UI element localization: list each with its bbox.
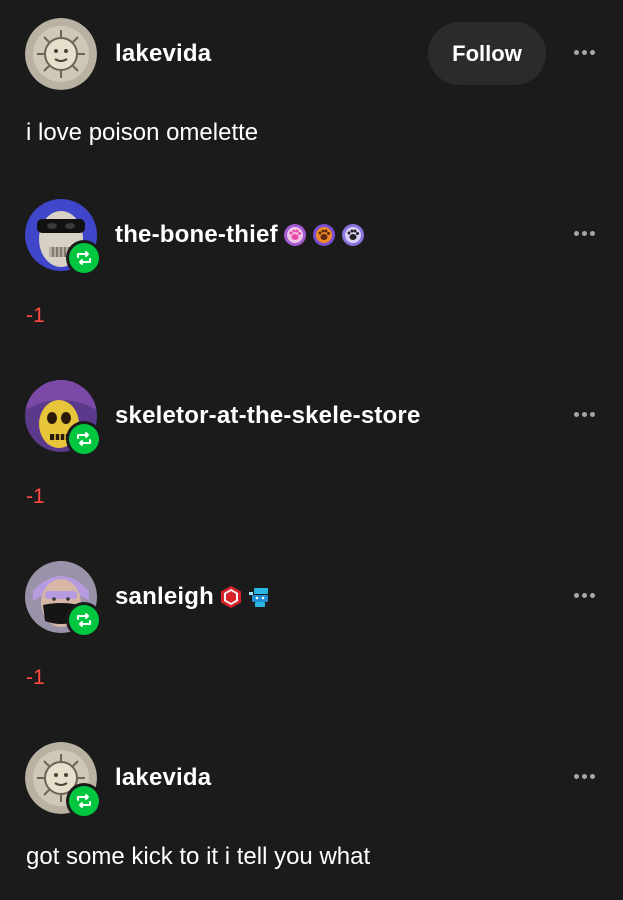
more-options-icon[interactable] <box>566 766 602 786</box>
retweet-arrows-icon <box>77 432 91 446</box>
username-text[interactable]: lakevida <box>115 40 211 68</box>
reblog-header: lakevida <box>0 724 623 819</box>
reblog-icon <box>66 783 102 819</box>
sun-face-coin-icon <box>25 18 97 90</box>
username[interactable]: lakevida <box>115 40 211 68</box>
post-header: lakevida Follow <box>0 0 623 90</box>
username-text[interactable]: lakevida <box>115 764 211 792</box>
more-options-icon[interactable] <box>566 404 602 424</box>
post-thread: lakevida Follow i love poison omelette t… <box>0 0 623 900</box>
reblog-body: -1 <box>26 304 45 327</box>
reblog-header: sanleigh <box>0 543 623 638</box>
username[interactable]: sanleigh <box>115 583 272 611</box>
reblog-icon <box>66 421 102 457</box>
reblog-header: the-bone-thief <box>0 181 623 276</box>
reblog-icon <box>66 602 102 638</box>
username[interactable]: lakevida <box>115 764 211 792</box>
reblog-body: -1 <box>26 666 45 689</box>
retweet-arrows-icon <box>77 794 91 808</box>
paw-badge-purple-icon[interactable] <box>341 223 365 247</box>
reblog-header: skeletor-at-the-skele-store <box>0 362 623 457</box>
more-options-icon[interactable] <box>566 42 602 62</box>
username[interactable]: skeletor-at-the-skele-store <box>115 402 421 430</box>
hexagon-badge-red-icon[interactable] <box>219 585 243 609</box>
more-options-icon[interactable] <box>566 223 602 243</box>
post-body: i love poison omelette <box>26 119 259 146</box>
reblog-body: -1 <box>26 485 45 508</box>
paw-badge-orange-icon[interactable] <box>312 223 336 247</box>
retweet-arrows-icon <box>77 251 91 265</box>
username-text[interactable]: skeletor-at-the-skele-store <box>115 402 421 430</box>
username[interactable]: the-bone-thief <box>115 221 365 249</box>
follow-button[interactable]: Follow <box>428 22 546 85</box>
reblog-body: got some kick to it i tell you what <box>26 843 371 870</box>
username-text[interactable]: sanleigh <box>115 583 214 611</box>
reblog-icon <box>66 240 102 276</box>
robot-badge-blue-icon[interactable] <box>248 585 272 609</box>
paw-badge-pink-icon[interactable] <box>283 223 307 247</box>
more-options-icon[interactable] <box>566 585 602 605</box>
retweet-arrows-icon <box>77 613 91 627</box>
username-text[interactable]: the-bone-thief <box>115 221 278 249</box>
avatar[interactable] <box>25 18 97 90</box>
